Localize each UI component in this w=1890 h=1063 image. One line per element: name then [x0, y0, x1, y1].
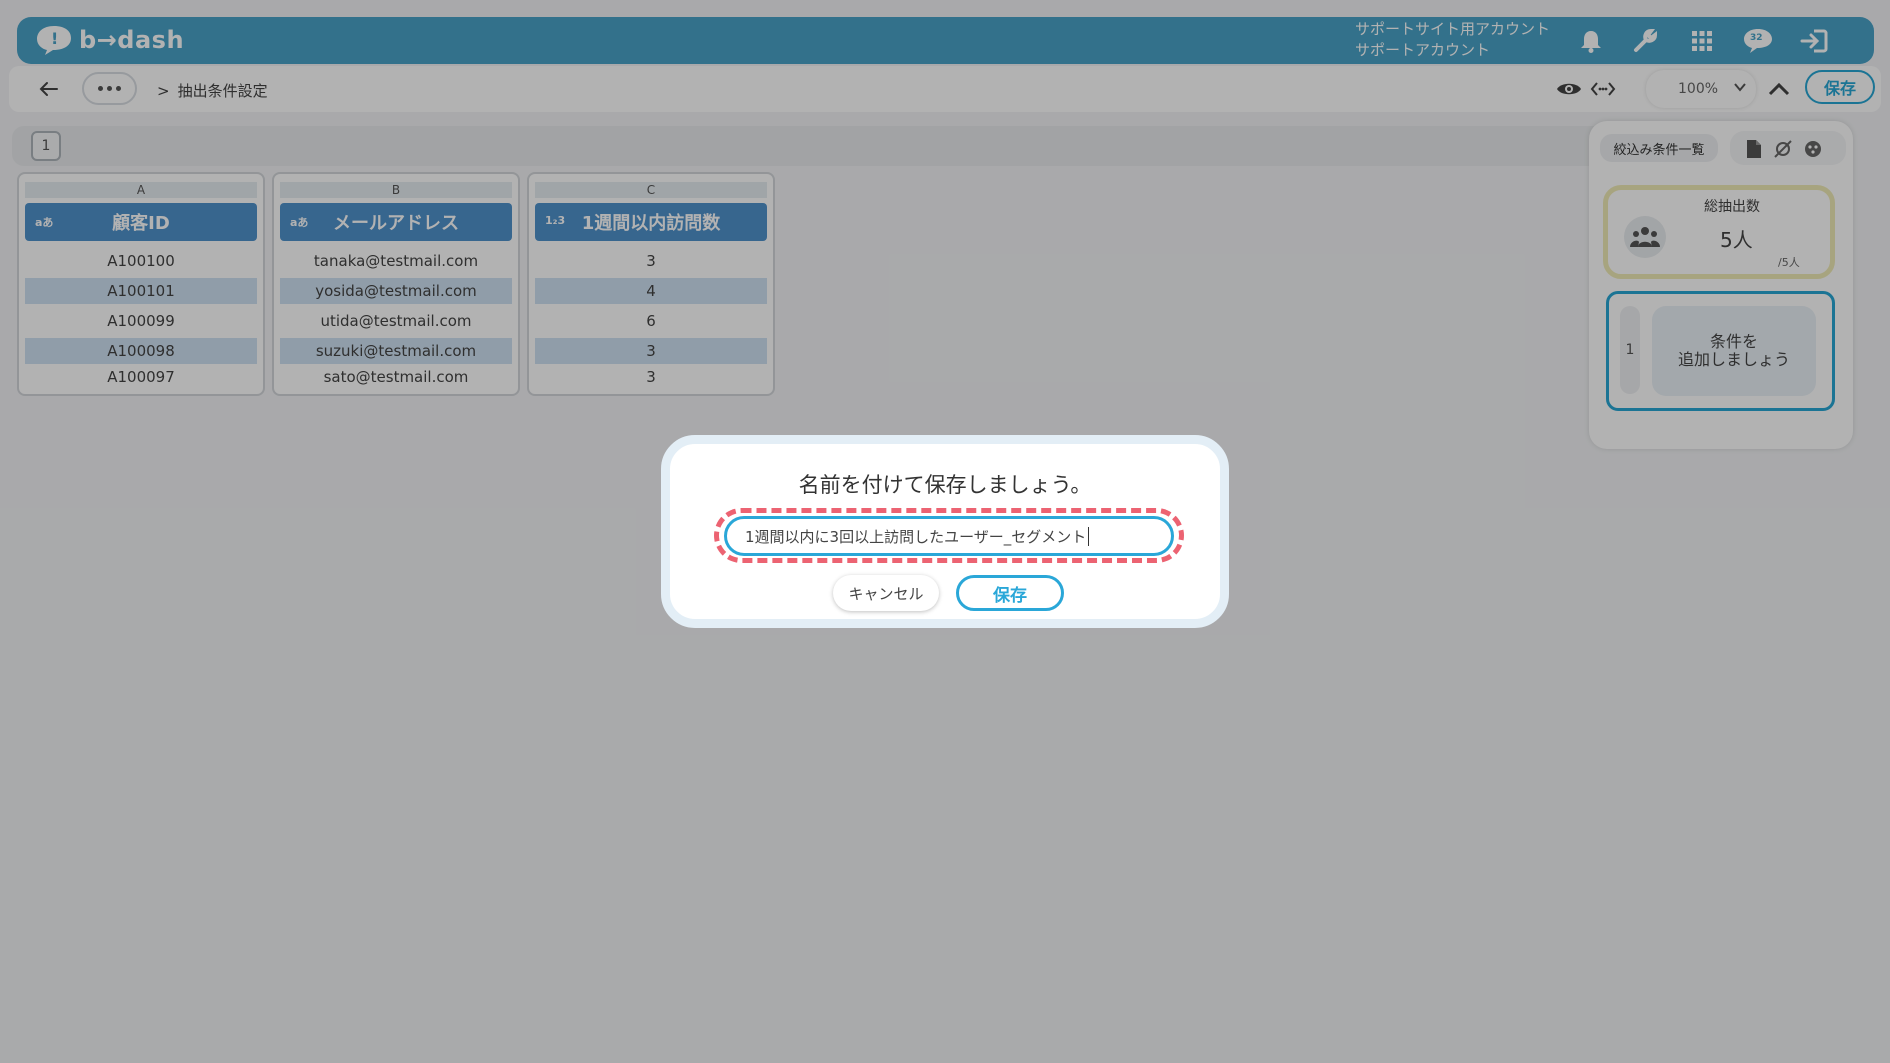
- text-caret: [1088, 526, 1090, 546]
- dialog-save-button[interactable]: 保存: [956, 575, 1064, 611]
- cancel-button[interactable]: キャンセル: [833, 575, 939, 611]
- segment-name-value: 1週間以内に3回以上訪問したユーザー_セグメント: [745, 527, 1087, 546]
- dialog-title: 名前を付けて保存しましょう。: [798, 473, 1092, 497]
- input-highlight-ring: 1週間以内に3回以上訪問したユーザー_セグメント: [714, 508, 1184, 563]
- segment-name-input[interactable]: 1週間以内に3回以上訪問したユーザー_セグメント: [724, 516, 1174, 556]
- save-name-dialog: 名前を付けて保存しましょう。 1週間以内に3回以上訪問したユーザー_セグメント …: [661, 435, 1229, 628]
